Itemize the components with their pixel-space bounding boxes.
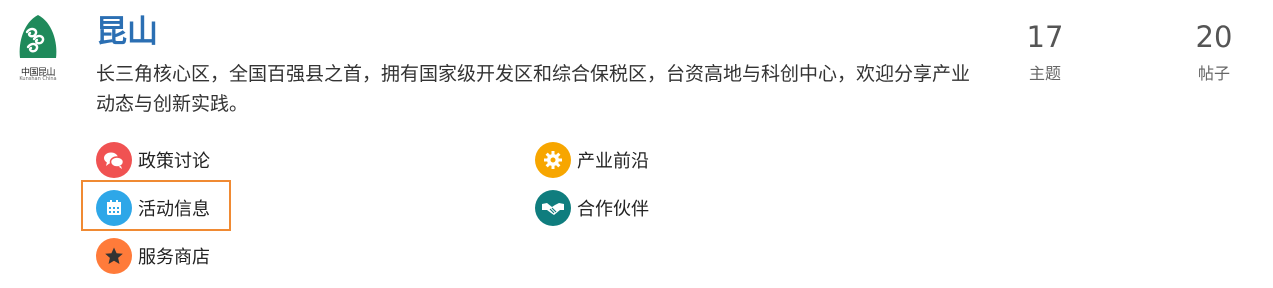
forum-title[interactable]: 昆山 [96,12,158,52]
category-service-shop[interactable]: 服务商店 [96,238,210,274]
posts-count: 20 [1195,20,1233,54]
category-label: 合作伙伴 [577,199,649,220]
forum-logo[interactable]: 中国昆山 Kunshan China [14,12,62,82]
logo-text-en: Kunshan China [19,76,57,82]
category-partners[interactable]: 合作伙伴 [535,190,649,226]
topics-label: 主题 [1028,64,1061,83]
posts-label: 帖子 [1197,64,1230,83]
gear-icon [535,142,571,178]
handshake-icon [535,190,571,226]
category-policy-discussion[interactable]: 政策讨论 [96,142,210,178]
category-label: 政策讨论 [138,151,210,172]
stat-topics: 17 主题 [1005,20,1085,84]
star-icon [96,238,132,274]
selection-highlight [81,180,231,231]
category-label: 产业前沿 [577,151,649,172]
chat-bubbles-icon [96,142,132,178]
logo-emblem-icon [19,15,57,58]
category-label: 服务商店 [138,247,210,268]
forum-description: 长三角核心区，全国百强县之首，拥有国家级开发区和综合保税区，台资高地与科创中心，… [96,63,971,115]
topics-count: 17 [1026,20,1064,54]
stat-posts: 20 帖子 [1174,20,1254,84]
category-industry-frontier[interactable]: 产业前沿 [535,142,649,178]
